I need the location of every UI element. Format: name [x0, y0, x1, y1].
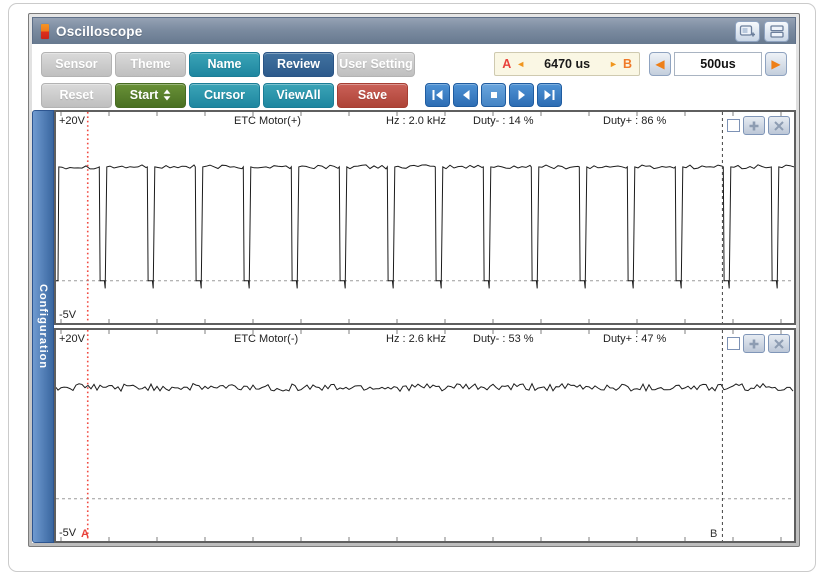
ch2-select-checkbox[interactable]	[727, 337, 740, 350]
step-back-button[interactable]	[453, 83, 478, 107]
up-down-arrows-icon	[163, 89, 171, 101]
toolbar: Sensor Theme Name Review User Setting A …	[32, 44, 796, 110]
ch2-close-icon[interactable]	[768, 334, 790, 353]
step-forward-button[interactable]	[509, 83, 534, 107]
ch1-title: ETC Motor(+)	[234, 115, 301, 127]
ch1-frequency: Hz : 2.0 kHz	[386, 115, 446, 127]
cursor-a-marker[interactable]: A	[81, 528, 89, 540]
oscilloscope-window: Oscilloscope Sensor Theme Name Review Us…	[28, 13, 800, 547]
ch1-bottom-scale: -5V	[59, 309, 77, 321]
timebase-value: 500us	[674, 52, 762, 76]
playback-controls	[425, 83, 562, 107]
tile-window-icon[interactable]	[764, 20, 789, 42]
ch1-top-scale: +20V	[59, 115, 85, 127]
skip-to-start-button[interactable]	[425, 83, 450, 107]
user-setting-button[interactable]: User Setting	[337, 51, 415, 77]
cursor-ab-readout: A ◄ 6470 us ► B	[494, 52, 640, 76]
cursor-b-marker[interactable]: B	[710, 528, 717, 540]
ch2-duty-plus: Duty+ : 47 %	[603, 333, 667, 345]
cursor-b-arrow-icon: ►	[609, 59, 618, 69]
configuration-tab[interactable]: Configuration	[32, 110, 54, 543]
waveform-ch1	[56, 112, 794, 323]
stop-button[interactable]	[481, 83, 506, 107]
ch1-zoom-in-icon[interactable]	[743, 116, 765, 135]
timebase-control: ◀ 500us ▶	[649, 52, 787, 76]
channel-2: +20V ETC Motor(-) Hz : 2.6 kHz Duty- : 5…	[54, 328, 796, 543]
cursor-a-label: A	[502, 57, 512, 71]
cursor-b-label: B	[622, 57, 632, 71]
cursor-ab-time-value: 6470 us	[544, 57, 591, 71]
ch1-duty-plus: Duty+ : 86 %	[603, 115, 667, 127]
start-button[interactable]: Start	[115, 82, 186, 108]
app-icon	[41, 23, 49, 39]
ch1-close-icon[interactable]	[768, 116, 790, 135]
cursor-a-arrow-icon: ◄	[516, 59, 526, 69]
ch2-frequency: Hz : 2.6 kHz	[386, 333, 446, 345]
ch1-select-checkbox[interactable]	[727, 119, 740, 132]
ch1-duty-minus: Duty- : 14 %	[473, 115, 534, 127]
theme-button[interactable]: Theme	[115, 51, 186, 77]
plot-region: Configuration +20V ETC Motor(+) Hz : 2.0…	[32, 110, 796, 543]
ch2-top-scale: +20V	[59, 333, 85, 345]
cursor-button[interactable]: Cursor	[189, 82, 260, 108]
configuration-tab-label: Configuration	[37, 283, 49, 370]
timebase-decrease-button[interactable]: ◀	[649, 52, 671, 76]
reset-button[interactable]: Reset	[41, 82, 112, 108]
timebase-increase-button[interactable]: ▶	[765, 52, 787, 76]
window-title: Oscilloscope	[56, 23, 143, 39]
channel-1: +20V ETC Motor(+) Hz : 2.0 kHz Duty- : 1…	[54, 110, 796, 325]
ch2-duty-minus: Duty- : 53 %	[473, 333, 534, 345]
ch2-zoom-in-icon[interactable]	[743, 334, 765, 353]
skip-to-end-button[interactable]	[537, 83, 562, 107]
waveform-ch2	[56, 330, 794, 541]
start-button-label: Start	[129, 88, 159, 102]
ch2-title: ETC Motor(-)	[234, 333, 299, 345]
review-button[interactable]: Review	[263, 51, 334, 77]
ch2-bottom-scale: -5V	[59, 527, 77, 539]
viewall-button[interactable]: ViewAll	[263, 82, 334, 108]
titlebar: Oscilloscope	[32, 17, 796, 44]
save-button[interactable]: Save	[337, 82, 408, 108]
name-button[interactable]: Name	[189, 51, 260, 77]
sensor-button[interactable]: Sensor	[41, 51, 112, 77]
new-window-icon[interactable]	[735, 20, 760, 42]
